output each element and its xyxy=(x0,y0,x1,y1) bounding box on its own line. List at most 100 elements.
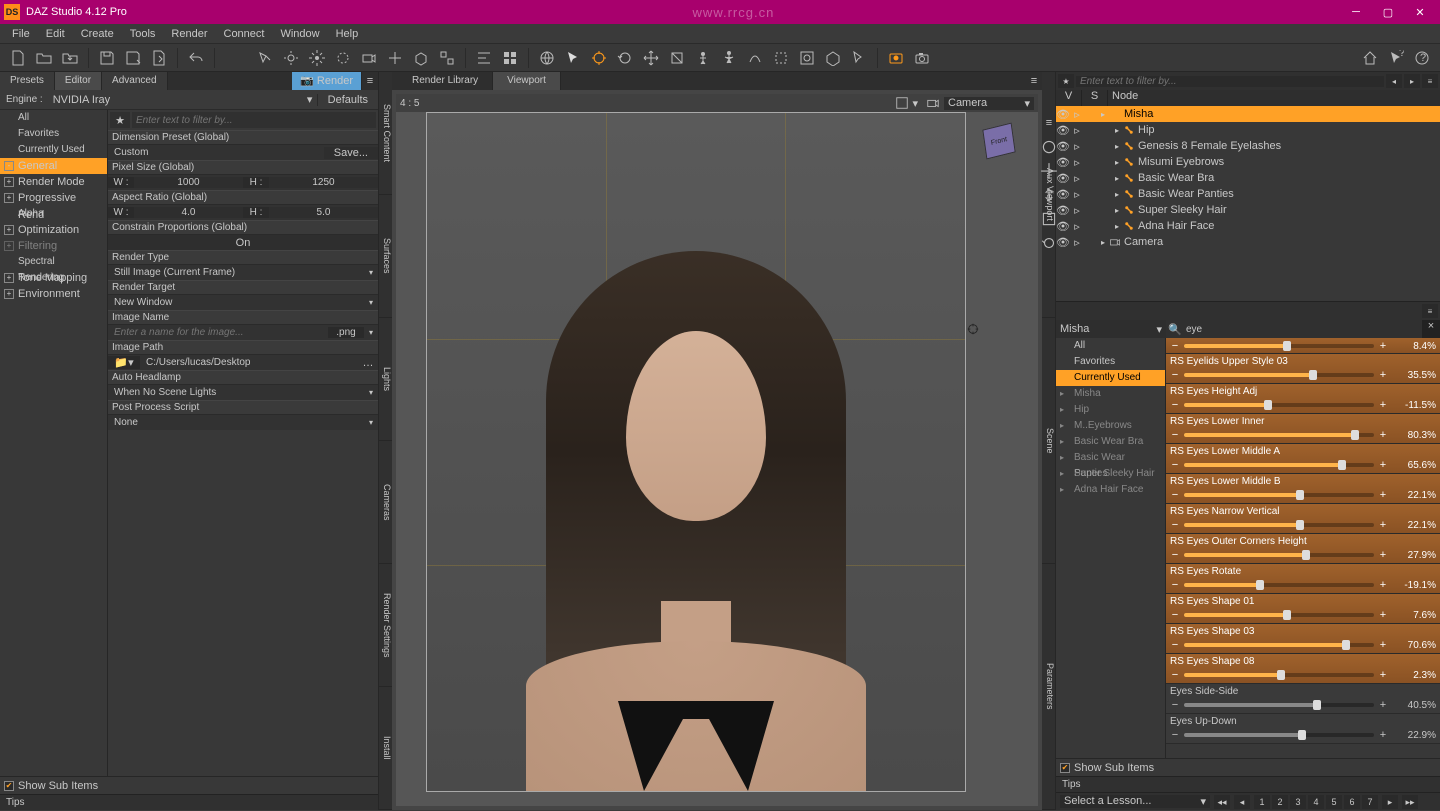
slider-value[interactable]: 22.9% xyxy=(1392,730,1436,741)
param-cat[interactable]: Hip xyxy=(1056,402,1165,418)
filter-favorite-icon[interactable]: ★ xyxy=(110,112,130,128)
tab-presets[interactable]: Presets xyxy=(0,72,55,90)
tab-editor[interactable]: Editor xyxy=(55,72,102,90)
slider-track[interactable] xyxy=(1184,673,1374,677)
geometry-tool-icon[interactable] xyxy=(821,47,845,69)
menu-render[interactable]: Render xyxy=(163,24,215,44)
param-slider[interactable]: RS Eyes Rotate−+-19.1% xyxy=(1166,564,1440,594)
dim-save-button[interactable]: Save... xyxy=(324,147,378,159)
increment-button[interactable]: + xyxy=(1378,489,1388,501)
panel-menu-icon[interactable]: ≡ xyxy=(1422,74,1438,88)
tree-row[interactable]: 👁▹▸Misha xyxy=(1056,106,1440,122)
increment-button[interactable]: + xyxy=(1378,639,1388,651)
slider-value[interactable]: 27.9% xyxy=(1392,550,1436,561)
param-slider[interactable]: RS Eyes Height Adj−+-11.5% xyxy=(1166,384,1440,414)
param-slider[interactable]: RS Eyes Shape 03−+70.6% xyxy=(1166,624,1440,654)
decrement-button[interactable]: − xyxy=(1170,579,1180,591)
camera-icon[interactable] xyxy=(922,96,944,110)
cat-general[interactable]: -General xyxy=(0,158,107,174)
param-slider[interactable]: Eyes Side-Side−+40.5% xyxy=(1166,684,1440,714)
decrement-button[interactable]: − xyxy=(1170,729,1180,741)
menu-tools[interactable]: Tools xyxy=(122,24,164,44)
camera-dropdown[interactable]: Camera▾ xyxy=(944,97,1034,110)
expand-icon[interactable]: ▸ xyxy=(1112,222,1122,231)
expand-icon[interactable]: ▸ xyxy=(1112,206,1122,215)
rotate-tool-icon[interactable] xyxy=(613,47,637,69)
slider-track[interactable] xyxy=(1184,373,1374,377)
new-file-icon[interactable] xyxy=(6,47,30,69)
slider-track[interactable] xyxy=(1184,733,1374,737)
vtab-surfaces[interactable]: Surfaces xyxy=(379,195,392,318)
increment-button[interactable]: + xyxy=(1378,429,1388,441)
layout-icon[interactable] xyxy=(498,47,522,69)
slider-track[interactable] xyxy=(1184,403,1374,407)
chevron-down-icon[interactable]: ▾ xyxy=(364,388,378,397)
tree-row[interactable]: 👁▹▸Hip xyxy=(1056,122,1440,138)
lesson-prev[interactable]: ◂◂ xyxy=(1214,795,1230,809)
tree-row[interactable]: 👁▹▸Super Sleeky Hair xyxy=(1056,202,1440,218)
slider-track[interactable] xyxy=(1184,703,1374,707)
slider-value[interactable]: 8.4% xyxy=(1392,341,1436,352)
param-cat[interactable]: Super Sleeky Hair xyxy=(1056,466,1165,482)
slider-value[interactable]: -19.1% xyxy=(1392,580,1436,591)
select-icon[interactable]: ▹ xyxy=(1070,236,1084,249)
slider-value[interactable]: -11.5% xyxy=(1392,400,1436,411)
param-slider[interactable]: RS Eyes Lower Middle B−+22.1% xyxy=(1166,474,1440,504)
param-cat[interactable]: Favorites xyxy=(1056,354,1165,370)
slider-value[interactable]: 80.3% xyxy=(1392,430,1436,441)
pointer-icon[interactable] xyxy=(561,47,585,69)
post-script-dropdown[interactable]: None xyxy=(108,417,364,428)
param-cat[interactable]: Currently Used xyxy=(1056,370,1165,386)
expand-icon[interactable]: ▸ xyxy=(1112,174,1122,183)
active-pose-icon[interactable] xyxy=(691,47,715,69)
engine-dropdown[interactable]: NVIDIA Iray xyxy=(49,94,303,106)
param-cat[interactable]: Basic Wear Bra xyxy=(1056,434,1165,450)
filter-favorite-icon[interactable]: ★ xyxy=(1058,74,1074,88)
chevron-down-icon[interactable]: ▾ xyxy=(364,298,378,307)
select-icon[interactable]: ▹ xyxy=(1070,220,1084,233)
image-ext-dropdown[interactable]: .png xyxy=(328,327,364,338)
slider-track[interactable] xyxy=(1184,344,1374,348)
cat-optimization[interactable]: +Optimization xyxy=(0,222,107,238)
render-type-dropdown[interactable]: Still Image (Current Frame) xyxy=(108,267,364,278)
vtab-scene[interactable]: Scene xyxy=(1042,318,1055,564)
decrement-button[interactable]: − xyxy=(1170,399,1180,411)
settings-filter-input[interactable] xyxy=(132,112,376,128)
pixel-height-field[interactable]: 1250 xyxy=(269,177,378,188)
expand-icon[interactable]: ▸ xyxy=(1112,158,1122,167)
cat-filtering[interactable]: +Filtering xyxy=(0,238,107,254)
param-node-dropdown[interactable]: Misha▾ xyxy=(1056,320,1166,338)
increment-button[interactable]: + xyxy=(1378,729,1388,741)
param-slider[interactable]: RS Eyelids Upper Rotate−+8.4% xyxy=(1166,338,1440,354)
lesson-page[interactable]: 3 xyxy=(1290,795,1306,809)
slider-value[interactable]: 22.1% xyxy=(1392,520,1436,531)
increment-button[interactable]: + xyxy=(1378,340,1388,352)
select-icon[interactable]: ▹ xyxy=(1070,108,1084,121)
vtab-render-settings[interactable]: Render Settings xyxy=(379,564,392,687)
lesson-dropdown[interactable]: Select a Lesson...▾ xyxy=(1060,795,1210,808)
viewport-menu-icon[interactable]: ≡ xyxy=(1026,72,1042,90)
nav-cube[interactable]: Front xyxy=(980,122,1020,162)
aspect-w-field[interactable]: 4.0 xyxy=(134,207,243,218)
defaults-button[interactable]: Defaults xyxy=(317,94,378,106)
param-slider[interactable]: RS Eyes Shape 01−+7.6% xyxy=(1166,594,1440,624)
lesson-page[interactable]: 4 xyxy=(1308,795,1324,809)
spotlight-icon[interactable] xyxy=(253,47,277,69)
increment-button[interactable]: + xyxy=(1378,699,1388,711)
increment-button[interactable]: + xyxy=(1378,549,1388,561)
tab-viewport[interactable]: Viewport xyxy=(493,72,561,90)
increment-button[interactable]: + xyxy=(1378,609,1388,621)
vtab-install[interactable]: Install xyxy=(379,687,392,810)
menu-connect[interactable]: Connect xyxy=(216,24,273,44)
tree-row[interactable]: 👁▹▸Adna Hair Face xyxy=(1056,218,1440,234)
chevron-down-icon[interactable]: ▾ xyxy=(364,418,378,427)
slider-value[interactable]: 2.3% xyxy=(1392,670,1436,681)
distant-light-icon[interactable] xyxy=(305,47,329,69)
increment-button[interactable]: + xyxy=(1378,369,1388,381)
param-cat[interactable]: Misha xyxy=(1056,386,1165,402)
tab-advanced[interactable]: Advanced xyxy=(102,72,167,90)
group-icon[interactable] xyxy=(435,47,459,69)
decrement-button[interactable]: − xyxy=(1170,340,1180,352)
lesson-page[interactable]: 5 xyxy=(1326,795,1342,809)
reset-icon[interactable] xyxy=(1040,234,1058,252)
